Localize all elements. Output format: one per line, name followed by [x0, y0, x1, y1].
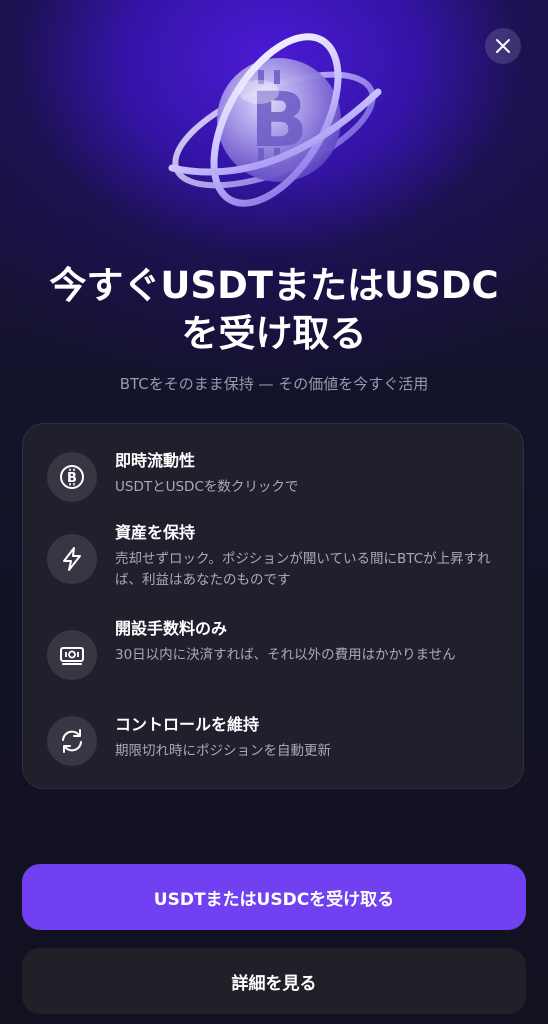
- feature-keep-assets: 資産を保持 売却せずロック。ポジションが開いている間にBTCが上昇すれば、利益は…: [47, 522, 507, 594]
- close-icon: [496, 39, 510, 53]
- svg-text:B: B: [67, 471, 77, 486]
- page-title: 今すぐUSDTまたはUSDC を受け取る: [20, 262, 528, 358]
- subtitle: BTCをそのまま保持 — その価値を今すぐ活用: [119, 375, 429, 393]
- feature-description: USDTとUSDCを数クリックで: [115, 479, 299, 495]
- title-line-1: 今すぐUSDTまたはUSDC: [49, 264, 499, 307]
- feature-opening-fee-only: 開設手数料のみ 30日以内に決済すれば、それ以外の費用はかかりません: [47, 618, 507, 690]
- title-line-2: を受け取る: [181, 312, 367, 355]
- lightning-icon: [47, 534, 97, 584]
- features-card: B 即時流動性 USDTとUSDCを数クリックで 資産を保持 売却せずロック。ポ…: [22, 423, 524, 789]
- feature-description: 売却せずロック。ポジションが開いている間にBTCが上昇すれば、利益はあなたのもの…: [115, 551, 491, 588]
- feature-title: 資産を保持: [115, 523, 196, 542]
- close-button[interactable]: [485, 28, 521, 64]
- bitcoin-icon: B: [47, 452, 97, 502]
- bitcoin-globe-icon: B: [154, 20, 394, 220]
- feature-title: 開設手数料のみ: [115, 619, 228, 638]
- feature-description: 30日以内に決済すれば、それ以外の費用はかかりません: [115, 647, 456, 663]
- feature-stay-in-control: コントロールを維持 期限切れ時にポジションを自動更新: [47, 714, 507, 766]
- learn-more-button[interactable]: 詳細を見る: [22, 948, 526, 1014]
- feature-description: 期限切れ時にポジションを自動更新: [115, 743, 331, 759]
- feature-title: コントロールを維持: [115, 715, 260, 734]
- get-usdt-usdc-button[interactable]: USDTまたはUSDCを受け取る: [22, 864, 526, 930]
- refresh-icon: [47, 716, 97, 766]
- feature-title: 即時流動性: [115, 451, 196, 470]
- cash-icon: [47, 630, 97, 680]
- feature-instant-liquidity: B 即時流動性 USDTとUSDCを数クリックで: [47, 450, 507, 502]
